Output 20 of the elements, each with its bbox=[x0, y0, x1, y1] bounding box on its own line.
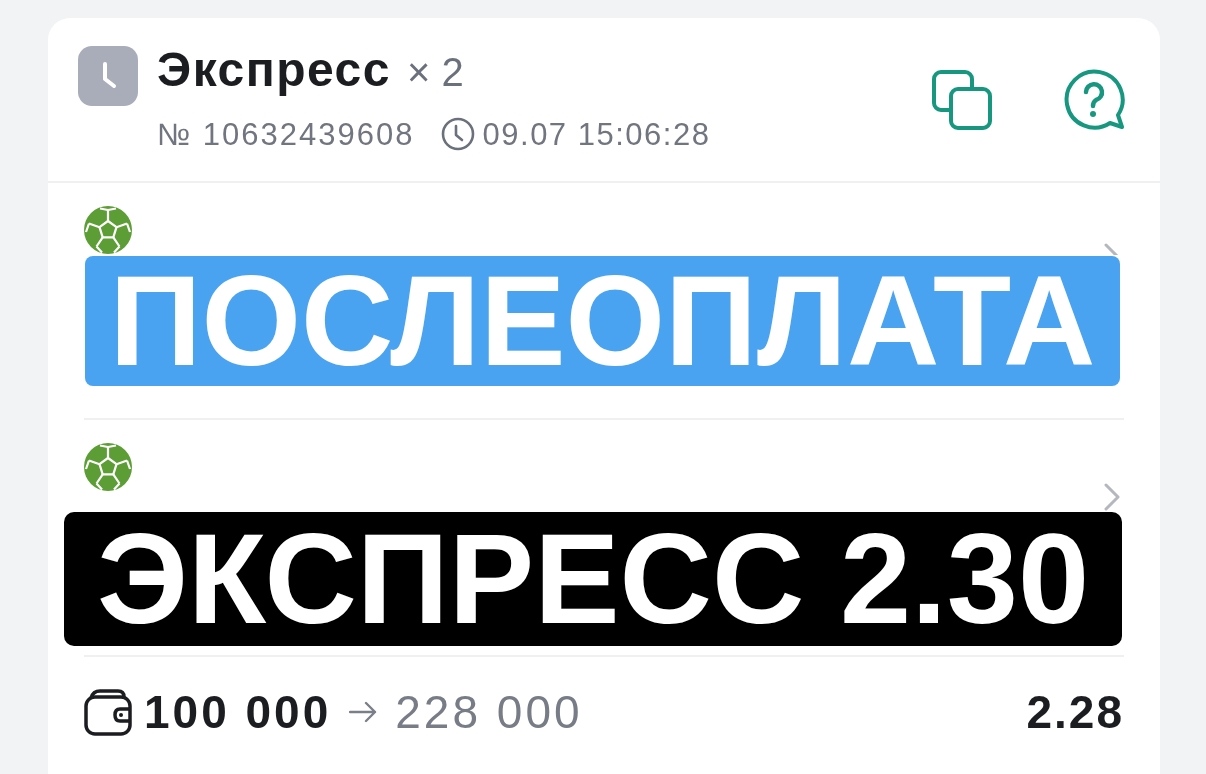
caption-banner: ЭКСПРЕСС 2.30 bbox=[64, 512, 1122, 646]
chevron-right-icon[interactable] bbox=[1104, 243, 1120, 255]
arrow-icon bbox=[349, 701, 378, 723]
bet-number: № 10632439608 bbox=[157, 118, 415, 150]
help-icon bbox=[1063, 69, 1125, 131]
clock-icon bbox=[78, 46, 138, 106]
clock-icon bbox=[440, 117, 475, 151]
wallet-icon bbox=[84, 688, 132, 736]
caption-banner: ПОСЛЕОПЛАТА bbox=[85, 256, 1120, 386]
copy-button[interactable] bbox=[930, 68, 994, 132]
copy-icon bbox=[932, 70, 992, 130]
payout-amount: 228 000 bbox=[395, 689, 583, 735]
chevron-right-icon[interactable] bbox=[1104, 483, 1120, 511]
selection-count: × 2 bbox=[407, 52, 464, 92]
bet-title: Экспресс bbox=[157, 46, 391, 94]
football-icon bbox=[84, 206, 132, 254]
stake-amount: 100 000 bbox=[144, 689, 332, 735]
football-icon bbox=[84, 443, 132, 491]
bet-datetime: 09.07 15:06:28 bbox=[482, 118, 711, 150]
total-odds: 2.28 bbox=[1026, 689, 1124, 735]
